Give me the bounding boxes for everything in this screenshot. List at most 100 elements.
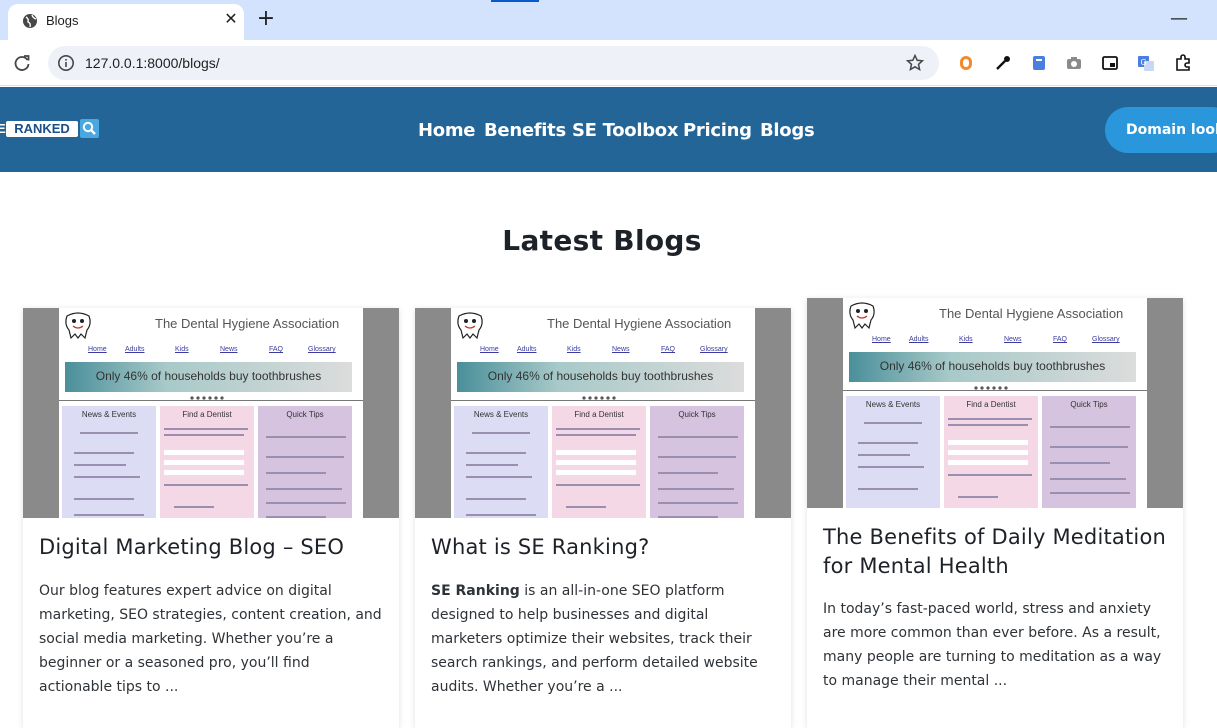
thumbnail-tips-column: Quick Tips — [650, 406, 744, 518]
thumbnail-column-heading: Find a Dentist — [966, 400, 1016, 409]
text-line — [858, 466, 924, 468]
thumbnail-divider — [59, 400, 363, 401]
thumbnail-dentist-column: Find a Dentist — [944, 396, 1038, 508]
thumbnail-column-heading: News & Events — [865, 400, 921, 409]
site-header: E RANKED Home Benefits SE Toolbox Pricin… — [0, 87, 1217, 172]
nav-se-toolbox[interactable]: SE Toolbox — [572, 120, 678, 141]
text-line — [1050, 462, 1110, 464]
form-field — [948, 450, 1028, 455]
blog-card[interactable]: The Dental Hygiene Association Home Adul… — [415, 308, 791, 728]
blog-card-title[interactable]: Digital Marketing Blog – SEO — [39, 533, 344, 562]
thumbnail-tips-column: Quick Tips — [1042, 396, 1136, 508]
text-line — [164, 428, 248, 430]
text-line — [948, 418, 1032, 420]
blog-thumbnail[interactable]: The Dental Hygiene Association Home Adul… — [415, 308, 791, 518]
thumbnail-menu-glossary: Glossary — [1092, 336, 1120, 343]
logo-prefix: E — [0, 121, 6, 136]
eyedropper-icon[interactable] — [994, 54, 1012, 72]
domain-lookup-button[interactable]: Domain lookup — [1105, 107, 1217, 153]
thumbnail-site-name: The Dental Hygiene Association — [547, 316, 732, 331]
text-line — [74, 464, 126, 466]
site-info-icon[interactable] — [57, 54, 75, 72]
extensions-puzzle-icon[interactable] — [1174, 54, 1192, 72]
thumbnail-divider — [451, 400, 755, 401]
text-line — [948, 424, 1028, 426]
close-tab-icon[interactable]: ✕ — [222, 10, 240, 28]
extension-doc-icon[interactable] — [1030, 54, 1048, 72]
url-text[interactable]: 127.0.0.1:8000/blogs/ — [85, 55, 220, 71]
new-tab-button[interactable]: + — [256, 8, 276, 30]
browser-tab[interactable]: Blogs ✕ — [8, 4, 244, 40]
thumbnail-divider — [843, 390, 1147, 391]
thumbnail-column-heading: News & Events — [81, 410, 137, 419]
nav-benefits[interactable]: Benefits — [484, 120, 566, 141]
thumbnail-menu-kids: Kids — [567, 346, 581, 353]
nav-blogs[interactable]: Blogs — [760, 120, 815, 141]
text-line — [1050, 492, 1130, 494]
bookmark-star-icon[interactable] — [905, 53, 925, 73]
text-line — [74, 476, 140, 478]
page-title: Latest Blogs — [502, 224, 702, 257]
picture-in-picture-icon[interactable] — [1101, 54, 1119, 72]
thumbnail-menu-adults: Adults — [517, 346, 537, 353]
thumbnail-column-heading: News & Events — [473, 410, 529, 419]
tooth-mascot-icon — [457, 312, 483, 340]
translate-icon[interactable]: G — [1137, 54, 1155, 72]
address-bar[interactable]: 127.0.0.1:8000/blogs/ — [48, 46, 939, 80]
text-line — [174, 506, 214, 508]
form-field — [164, 450, 244, 455]
text-line — [266, 502, 346, 504]
text-line — [266, 436, 346, 438]
thumbnail-column-heading: Find a Dentist — [182, 410, 232, 419]
blog-card-title[interactable]: What is SE Ranking? — [431, 533, 649, 562]
blog-card-title[interactable]: The Benefits of Daily Meditation for Men… — [823, 523, 1169, 581]
text-line — [1050, 478, 1126, 480]
blog-card[interactable]: The Dental Hygiene Association Home Adul… — [807, 298, 1183, 728]
site-logo[interactable]: E RANKED — [0, 119, 100, 141]
thumbnail-menu-home: Home — [872, 336, 891, 343]
thumbnail-dentist-column: Find a Dentist — [552, 406, 646, 518]
blog-thumbnail[interactable]: The Dental Hygiene Association Home Adul… — [23, 308, 399, 518]
thumbnail-menu-news: News — [1004, 336, 1022, 343]
text-line — [466, 476, 532, 478]
svg-text:G: G — [1141, 58, 1147, 67]
text-line — [556, 428, 640, 430]
thumbnail-banner-text: Only 46% of households buy toothbrushes — [487, 369, 714, 383]
minimize-window-button[interactable]: — — [1170, 10, 1188, 28]
blog-card[interactable]: The Dental Hygiene Association Home Adul… — [23, 308, 399, 728]
blog-card-excerpt: In today’s fast-paced world, stress and … — [823, 601, 1162, 689]
thumbnail-menu-home: Home — [480, 346, 499, 353]
text-line — [556, 434, 636, 436]
reload-icon[interactable] — [12, 53, 32, 73]
extension-shield-icon[interactable] — [957, 54, 975, 72]
text-line — [74, 452, 134, 454]
thumbnail-tips-column: Quick Tips — [258, 406, 352, 518]
thumbnail-menu-news: News — [612, 346, 630, 353]
nav-home[interactable]: Home — [418, 120, 476, 141]
blog-thumbnail[interactable]: The Dental Hygiene Association Home Adul… — [807, 298, 1183, 508]
text-line — [658, 456, 736, 458]
thumbnail-menu-kids: Kids — [959, 336, 973, 343]
text-line — [266, 516, 326, 518]
thumbnail-menu-adults: Adults — [909, 336, 929, 343]
nav-pricing[interactable]: Pricing — [683, 120, 752, 141]
text-line — [556, 484, 640, 486]
text-line — [658, 488, 734, 490]
tab-title: Blogs — [46, 13, 79, 28]
thumbnail-banner: Only 46% of households buy toothbrushes — [65, 362, 352, 392]
thumbnail-menu-home: Home — [88, 346, 107, 353]
thumbnail-banner-text: Only 46% of households buy toothbrushes — [95, 369, 322, 383]
text-line — [466, 514, 536, 516]
text-line — [466, 452, 526, 454]
thumbnail-menu-glossary: Glossary — [308, 346, 336, 353]
blog-card-excerpt: SE Ranking is an all-in-one SEO platform… — [431, 579, 777, 699]
form-field — [164, 460, 244, 465]
text-line — [858, 442, 918, 444]
text-line — [164, 434, 244, 436]
camera-icon[interactable] — [1065, 54, 1083, 72]
thumbnail-menu-faq: FAQ — [269, 346, 284, 353]
text-line — [74, 498, 134, 500]
text-line — [1050, 426, 1130, 428]
text-line — [658, 436, 738, 438]
text-line — [948, 474, 1032, 476]
